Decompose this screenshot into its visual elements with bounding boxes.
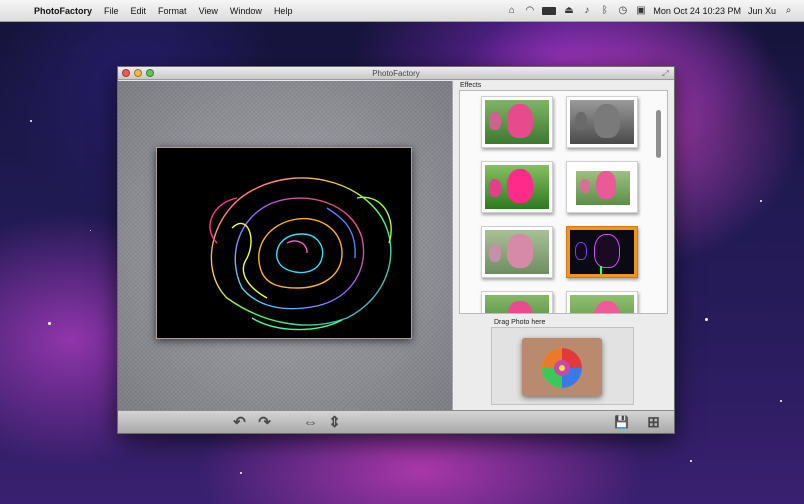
canvas-area <box>118 81 452 411</box>
close-button[interactable] <box>122 69 130 77</box>
save-icon[interactable]: 💾 <box>613 414 630 431</box>
effect-thumb-neon-selected[interactable] <box>566 226 638 278</box>
eject-icon[interactable]: ⏏ <box>563 5 574 16</box>
flip-horizontal-icon[interactable]: ⇔ <box>302 414 319 431</box>
effects-list[interactable] <box>459 90 668 314</box>
window-title: PhotoFactory <box>372 69 420 78</box>
menu-edit[interactable]: Edit <box>125 6 153 16</box>
effect-thumb-faded[interactable] <box>481 226 553 278</box>
status-app-icon[interactable]: ⌂ <box>506 5 517 16</box>
edited-photo <box>156 147 412 339</box>
rotate-left-icon[interactable]: ↶ <box>231 414 248 431</box>
title-bar[interactable]: PhotoFactory ⤢ <box>118 67 674 80</box>
drag-photo-label: Drag Photo here <box>494 319 546 326</box>
spotlight-icon[interactable]: ⌕ <box>783 5 794 16</box>
menu-bar: PhotoFactory File Edit Format View Windo… <box>0 0 804 22</box>
effect-thumb-torn-edge[interactable] <box>566 161 638 213</box>
volume-icon[interactable]: ♪ <box>581 5 592 16</box>
menu-format[interactable]: Format <box>152 6 193 16</box>
neon-rose-image <box>209 177 392 331</box>
effects-label: Effects <box>460 82 482 89</box>
photo-drop-zone[interactable] <box>491 327 634 405</box>
user-name[interactable]: Jun Xu <box>748 6 776 16</box>
source-photo-thumbnail <box>522 338 602 396</box>
flip-vertical-icon[interactable]: ⇕ <box>326 414 343 431</box>
minimize-button[interactable] <box>134 69 142 77</box>
effect-thumb-7[interactable] <box>481 291 553 313</box>
menu-window[interactable]: Window <box>224 6 268 16</box>
menu-file[interactable]: File <box>98 6 125 16</box>
add-icon[interactable]: ⊞ <box>645 414 662 431</box>
time-machine-icon[interactable]: ◷ <box>617 5 628 16</box>
effect-thumb-original[interactable] <box>481 96 553 148</box>
effect-thumb-grayscale[interactable] <box>566 96 638 148</box>
side-panel: Effects Drag Photo here <box>452 81 674 411</box>
zoom-button[interactable] <box>146 69 154 77</box>
rotate-right-icon[interactable]: ↷ <box>256 414 273 431</box>
menu-help[interactable]: Help <box>268 6 299 16</box>
battery-icon[interactable] <box>542 6 557 15</box>
effect-thumb-saturate[interactable] <box>481 161 553 213</box>
input-menu-icon[interactable]: ▣ <box>635 5 646 16</box>
photofactory-window: PhotoFactory ⤢ Effects Drag Photo here ↶… <box>117 66 675 434</box>
effect-thumb-8[interactable] <box>566 291 638 313</box>
wifi-icon[interactable]: ◠ <box>524 5 535 16</box>
clock[interactable]: Mon Oct 24 10:23 PM <box>653 6 741 16</box>
menu-app-name[interactable]: PhotoFactory <box>28 6 98 16</box>
fullscreen-icon[interactable]: ⤢ <box>661 69 670 78</box>
effects-scrollbar[interactable] <box>656 110 661 158</box>
bottom-toolbar: ↶ ↷ ⇔ ⇕ 💾 ⊞ <box>118 410 674 433</box>
bluetooth-icon[interactable]: ᛒ <box>599 5 610 16</box>
menu-view[interactable]: View <box>193 6 224 16</box>
